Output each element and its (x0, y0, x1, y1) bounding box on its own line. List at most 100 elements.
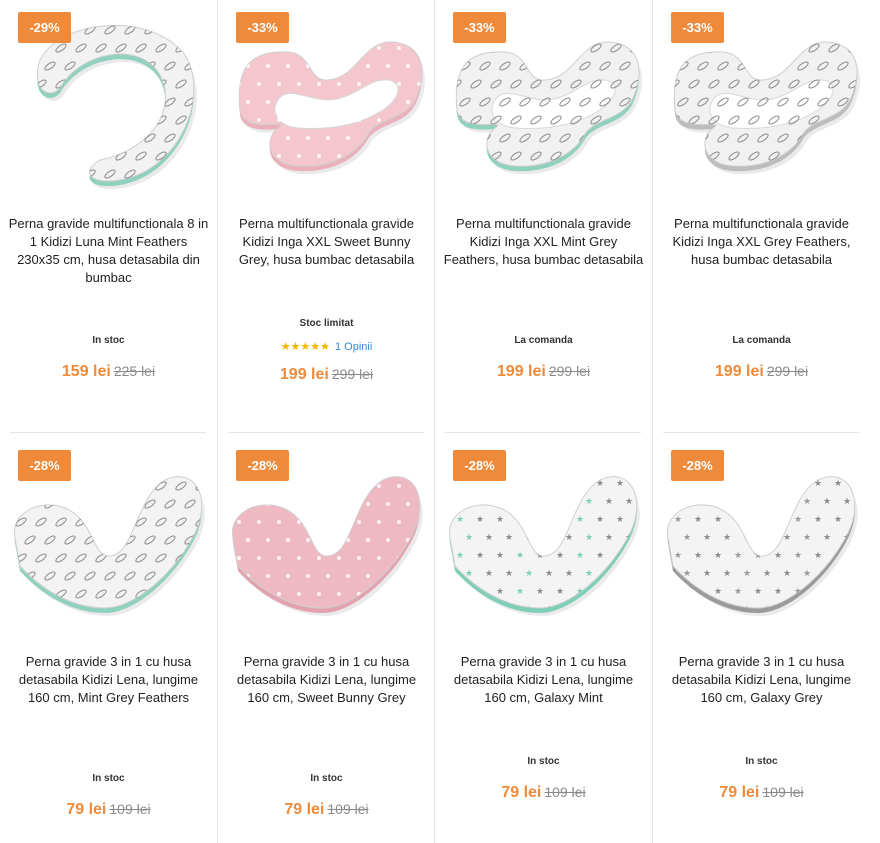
pattern-mark (357, 82, 361, 86)
pattern-mark (257, 520, 261, 524)
pattern-mark: ★ (783, 497, 791, 507)
pattern-mark: ★ (803, 533, 811, 543)
pattern-mark (246, 538, 250, 542)
pattern-mark (837, 133, 849, 143)
pattern-mark (306, 28, 310, 32)
pattern-mark (317, 46, 321, 50)
pattern-mark: ★ (625, 461, 633, 471)
pattern-mark (277, 154, 281, 158)
pattern-mark (788, 43, 800, 53)
pattern-mark (297, 556, 301, 560)
pattern-mark (286, 64, 290, 68)
product-title[interactable]: Perna gravide 3 in 1 cu husa detasabila … (443, 653, 644, 707)
pattern-mark (44, 133, 56, 143)
pattern-mark: ★ (734, 587, 742, 597)
rating[interactable]: ★★★★★ 1 Opinii (218, 340, 435, 353)
product-title[interactable]: Perna multifunctionala gravide Kidizi In… (661, 215, 862, 269)
pattern-mark: ★ (794, 479, 802, 489)
pattern-mark: ★ (516, 551, 524, 561)
product-title[interactable]: Perna gravide 3 in 1 cu husa detasabila … (661, 653, 862, 707)
pattern-mark (386, 538, 390, 542)
pattern-mark (346, 136, 350, 140)
pattern-mark (75, 79, 87, 89)
pattern-mark (559, 25, 572, 36)
pattern-mark (377, 556, 381, 560)
pattern-mark (619, 25, 632, 36)
pattern-mark (297, 46, 301, 50)
price-current: 199 lei (279, 366, 329, 383)
pattern-mark (837, 25, 850, 36)
pattern-mark (346, 100, 350, 104)
pattern-mark (306, 538, 310, 542)
price-block: 199 lei 299 lei (435, 363, 652, 381)
pattern-mark: ★ (605, 497, 613, 507)
pattern-mark: ★ (585, 533, 593, 543)
pattern-mark (317, 154, 321, 158)
pattern-mark: ★ (714, 515, 722, 525)
pattern-mark: ★ (794, 515, 802, 525)
pattern-mark (104, 535, 116, 545)
pattern-mark (246, 172, 250, 176)
pattern-mark (306, 136, 310, 140)
price-old: 109 lei (762, 784, 804, 800)
pattern-mark (184, 571, 196, 581)
row-divider (445, 432, 641, 433)
pattern-mark: ★ (854, 551, 862, 561)
pattern-mark (610, 151, 622, 161)
pattern-mark (317, 556, 321, 560)
discount-badge: -29% (18, 12, 71, 43)
pattern-mark (808, 151, 820, 161)
pattern-mark (246, 502, 250, 506)
pattern-mark: ★ (683, 497, 691, 507)
pattern-mark (688, 151, 700, 161)
pattern-mark (195, 553, 202, 563)
stock-status: Stoc limitat (299, 318, 354, 329)
pattern-mark: ★ (636, 551, 644, 561)
pattern-mark: ★ (774, 515, 782, 525)
product-title[interactable]: Perna gravide multifunctionala 8 in 1 Ki… (8, 215, 209, 287)
pattern-mark (337, 556, 341, 560)
pattern-mark (397, 592, 401, 596)
pattern-mark (337, 592, 341, 596)
pattern-mark: ★ (754, 587, 762, 597)
pattern-mark (366, 100, 370, 104)
pattern-mark: ★ (834, 479, 842, 489)
pattern-mark (124, 463, 137, 474)
pattern-mark (286, 172, 290, 176)
pattern-mark: ★ (803, 605, 811, 615)
pattern-mark: ★ (723, 461, 731, 471)
pattern-mark (266, 538, 270, 542)
pattern-mark: ★ (625, 497, 633, 507)
pattern-mark (64, 97, 76, 107)
reviews-link[interactable]: 1 Opinii (335, 341, 372, 353)
product-title[interactable]: Perna multifunctionala gravide Kidizi In… (443, 215, 644, 269)
product-title[interactable]: Perna gravide 3 in 1 cu husa detasabila … (226, 653, 427, 707)
pattern-mark (239, 154, 241, 158)
pattern-mark (417, 118, 421, 122)
product-title[interactable]: Perna gravide 3 in 1 cu husa detasabila … (8, 653, 209, 707)
pattern-mark (456, 43, 462, 53)
pattern-mark: ★ (516, 479, 524, 489)
pattern-mark: ★ (823, 605, 831, 615)
pattern-mark (346, 466, 350, 470)
pattern-mark (828, 151, 840, 161)
pattern-mark: ★ (774, 479, 782, 489)
pattern-mark: ★ (585, 569, 593, 579)
pattern-mark (559, 169, 572, 180)
pattern-mark (357, 118, 361, 122)
pattern-mark (377, 592, 381, 596)
pattern-mark (75, 115, 87, 125)
pattern-mark (406, 100, 410, 104)
pattern-mark (184, 169, 194, 179)
pattern-mark (266, 610, 270, 614)
pattern-mark: ★ (743, 533, 751, 543)
price-current: 79 lei (719, 784, 760, 801)
pattern-mark (366, 64, 370, 68)
pattern-mark (277, 82, 281, 86)
price-old: 109 lei (109, 801, 151, 817)
pattern-mark (144, 607, 156, 609)
pattern-mark: ★ (823, 461, 831, 471)
pattern-mark (297, 82, 301, 86)
product-title[interactable]: Perna multifunctionala gravide Kidizi In… (226, 215, 427, 269)
pattern-mark: ★ (556, 515, 564, 525)
